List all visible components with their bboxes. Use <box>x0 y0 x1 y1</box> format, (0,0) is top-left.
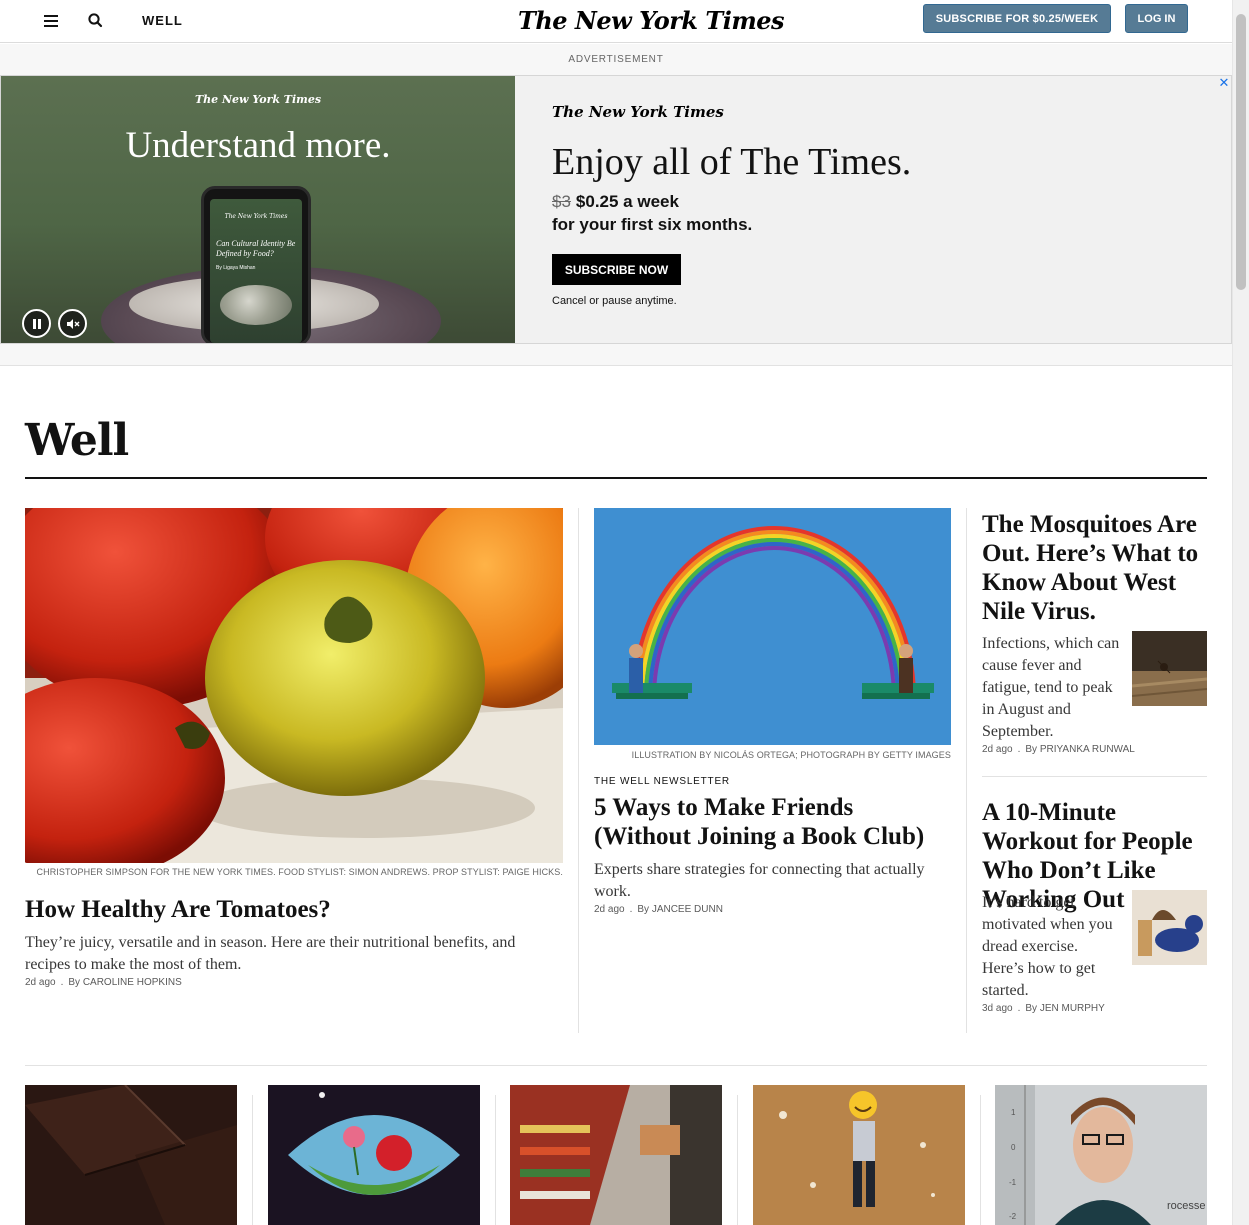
meta-separator: . <box>60 977 64 988</box>
column-divider <box>495 1095 496 1225</box>
column-divider <box>252 1095 253 1225</box>
byline: By JANCEE DUNN <box>637 904 723 915</box>
advertisement-banner[interactable]: The New York Times Understand more. The … <box>0 75 1232 344</box>
ad-video-tagline: Understand more. <box>125 125 391 166</box>
bottom-story-image[interactable] <box>753 1085 965 1225</box>
image-credit: ILLUSTRATION BY NICOLÁS ORTEGA; PHOTOGRA… <box>631 750 951 760</box>
right-story-summary: Infections, which can cause fever and fa… <box>982 635 1120 740</box>
ad-video[interactable]: The New York Times Understand more. The … <box>1 76 515 343</box>
subscribe-button[interactable]: SUBSCRIBE FOR $0.25/WEEK <box>923 4 1111 33</box>
ad-new-price: $0.25 a week <box>575 192 679 211</box>
bottom-story-image[interactable]: 1 0 -1 -2 rocesse <box>995 1085 1207 1225</box>
search-icon[interactable] <box>86 11 106 31</box>
bottom-story-image[interactable] <box>510 1085 722 1225</box>
bottom-story-image[interactable] <box>25 1085 237 1225</box>
meta-separator: . <box>1017 744 1021 755</box>
scrollbar-thumb[interactable] <box>1236 14 1246 290</box>
ad-cancel-note: Cancel or pause anytime. <box>552 295 677 307</box>
background-text: rocesse <box>1167 1200 1206 1212</box>
right-story-meta: 2d ago. By PRIYANKA RUNWAL <box>982 744 1135 755</box>
byline: By CAROLINE HOPKINS <box>68 977 182 988</box>
image-credit: CHRISTOPHER SIMPSON FOR THE NEW YORK TIM… <box>36 867 563 877</box>
column-divider <box>737 1095 738 1225</box>
bottom-story-image[interactable] <box>268 1085 480 1225</box>
ad-price: $3 $0.25 a week <box>552 192 679 212</box>
top-navigation-bar: WELL The New York Times SUBSCRIBE FOR $0… <box>0 0 1232 43</box>
hamburger-menu-icon[interactable] <box>44 12 64 28</box>
ad-close-icon[interactable]: ✕ <box>1216 76 1232 92</box>
advertisement-label: ADVERTISEMENT <box>568 54 664 65</box>
lead-story-meta: 2d ago. By CAROLINE HOPKINS <box>25 977 182 988</box>
story-divider <box>982 776 1207 777</box>
ad-video-logo: The New York Times <box>194 93 322 106</box>
nyt-logo[interactable]: The New York Times <box>518 6 785 35</box>
timestamp: 3d ago <box>982 1003 1013 1014</box>
menu-line <box>44 15 58 17</box>
menu-line <box>44 25 58 27</box>
mute-icon[interactable] <box>58 309 87 338</box>
pause-icon[interactable] <box>22 309 51 338</box>
byline: By PRIYANKA RUNWAL <box>1025 744 1135 755</box>
lead-story-headline[interactable]: How Healthy Are Tomatoes? <box>25 896 331 924</box>
section-divider <box>25 1065 1207 1066</box>
column-divider <box>578 508 579 1033</box>
byline: By JEN MURPHY <box>1025 1003 1105 1014</box>
lead-story-summary: They’re juicy, versatile and in season. … <box>25 934 516 973</box>
ad-headline: Enjoy all of The Times. <box>552 141 912 183</box>
meta-separator: . <box>1017 1003 1021 1014</box>
menu-line <box>44 20 58 22</box>
ad-logo: The New York Times <box>552 103 724 121</box>
ad-subscribe-now-button[interactable]: SUBSCRIBE NOW <box>552 254 681 285</box>
lead-story-image[interactable] <box>25 508 563 863</box>
middle-story-meta: 2d ago. By JANCEE DUNN <box>594 904 723 915</box>
axis-tick: -1 <box>1009 1178 1017 1187</box>
section-divider <box>25 477 1207 479</box>
ad-old-price: $3 <box>552 192 571 211</box>
ad-phone-logo: The New York Times <box>224 213 288 220</box>
middle-story-headline[interactable]: 5 Ways to Make Friends (Without Joining … <box>594 793 951 851</box>
right-story-meta: 3d ago. By JEN MURPHY <box>982 1003 1105 1014</box>
ad-phone-image: The New York Times Can Cultural Identity… <box>201 186 311 343</box>
ad-phone-screen: The New York Times Can Cultural Identity… <box>210 199 302 343</box>
column-divider <box>966 508 967 1033</box>
ad-phone-byline: By Ligaya Mishan <box>216 265 256 271</box>
axis-tick: 0 <box>1011 1143 1016 1152</box>
right-story-thumbnail[interactable] <box>1132 631 1207 706</box>
middle-story-summary: Experts share strategies for connecting … <box>594 861 925 900</box>
right-story-thumbnail[interactable] <box>1132 890 1207 965</box>
timestamp: 2d ago <box>25 977 56 988</box>
axis-tick: -2 <box>1009 1212 1017 1221</box>
ad-phone-headline: Can Cultural Identity Be Defined by Food… <box>216 239 296 258</box>
right-story-headline[interactable]: The Mosquitoes Are Out. Here’s What to K… <box>982 510 1208 626</box>
axis-tick: 1 <box>1011 1108 1016 1117</box>
login-button[interactable]: LOG IN <box>1125 4 1188 33</box>
timestamp: 2d ago <box>594 904 625 915</box>
ad-subline: for your first six months. <box>552 215 753 234</box>
timestamp: 2d ago <box>982 744 1013 755</box>
column-divider <box>980 1095 981 1225</box>
story-kicker: THE WELL NEWSLETTER <box>594 776 730 787</box>
ad-phone-food-image <box>220 285 292 325</box>
page-scrollbar[interactable] <box>1232 0 1249 1225</box>
right-story-summary: It’s hard to get motivated when you drea… <box>982 894 1113 999</box>
page-title: Well <box>25 415 129 466</box>
meta-separator: . <box>629 904 633 915</box>
section-nav-link[interactable]: WELL <box>142 13 183 28</box>
middle-story-image[interactable] <box>594 508 951 745</box>
